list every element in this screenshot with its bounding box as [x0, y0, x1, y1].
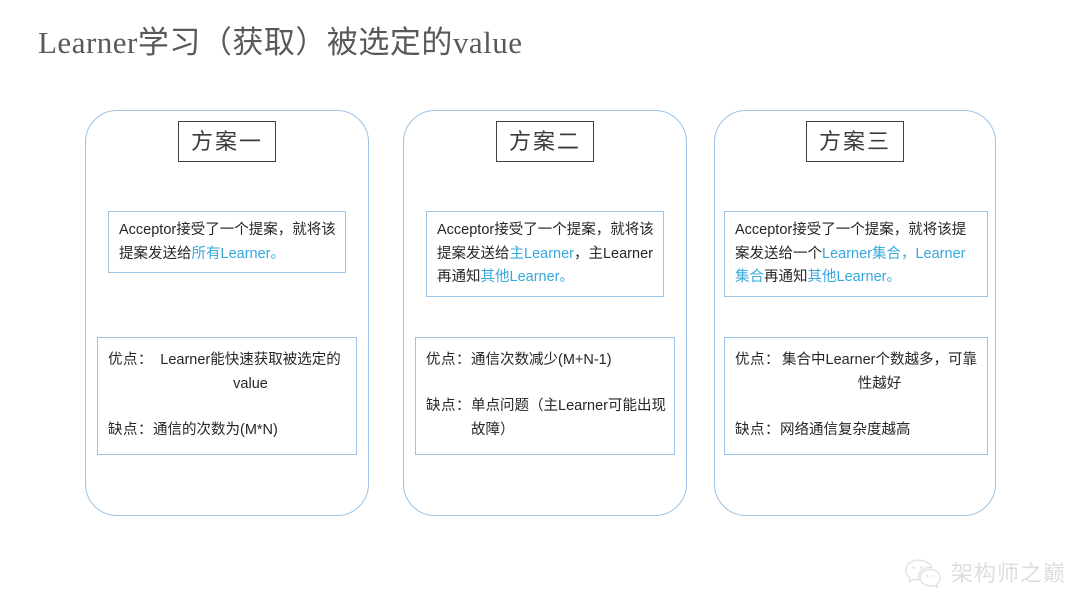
scheme-card-1-header: 方案一	[178, 121, 276, 162]
scheme-card-2-cons-row: 缺点： 单点问题（主Learner可能出现故障）	[426, 394, 666, 442]
scheme-card-2[interactable]: 方案二 Acceptor接受了一个提案，就将该提案发送给主Learner，主Le…	[403, 110, 687, 516]
scheme-card-1-cons-label: 缺点：	[108, 422, 153, 438]
text-segment-1: 主Learner	[509, 245, 574, 262]
scheme-card-3-description: Acceptor接受了一个提案，就将该提案发送给一个Learner集合，Lear…	[724, 211, 988, 297]
scheme-card-3-header-label: 方案三	[818, 128, 891, 154]
scheme-card-2-pros-label: 优点：	[426, 352, 471, 368]
text-segment-3: 其他Learner	[480, 269, 560, 285]
scheme-card-2-description: Acceptor接受了一个提案，就将该提案发送给主Learner，主Learne…	[426, 211, 664, 297]
watermark: 架构师之巅	[904, 558, 1066, 590]
text-segment-5: 其他Learner	[807, 269, 887, 285]
text-segment-2: ，	[900, 245, 916, 262]
scheme-card-2-header: 方案二	[496, 121, 594, 162]
scheme-card-2-cons-value: 单点问题（主Learner可能出现故障）	[471, 398, 666, 438]
watermark-text: 架构师之巅	[950, 561, 1066, 586]
scheme-card-1-cons-row: 缺点： 通信的次数为(M*N)	[108, 418, 348, 442]
scheme-card-1-pros-label: 优点：	[108, 352, 153, 368]
scheme-card-3-proscons: 优点： 集合中Learner个数越多，可靠性越好 缺点： 网络通信复杂度越高	[724, 337, 988, 455]
scheme-card-1-pros-value: Learner能快速获取被选定的value	[160, 352, 341, 392]
scheme-card-1-proscons: 优点： Learner能快速获取被选定的value 缺点： 通信的次数为(M*N…	[97, 337, 357, 455]
scheme-card-1-pros-row: 优点： Learner能快速获取被选定的value	[108, 348, 348, 396]
wechat-icon	[904, 558, 942, 590]
scheme-card-1-header-label: 方案一	[190, 128, 263, 154]
scheme-card-3-pros-label: 优点：	[735, 352, 780, 368]
scheme-card-1-description: Acceptor接受了一个提案，就将该提案发送给所有Learner。	[108, 211, 346, 273]
scheme-card-2-proscons: 优点： 通信次数减少(M+N-1) 缺点： 单点问题（主Learner可能出现故…	[415, 337, 675, 455]
text-segment-1: Learner集合	[822, 245, 901, 262]
scheme-card-2-cons-label: 缺点：	[426, 398, 471, 414]
text-segment-4: 。	[559, 269, 574, 285]
text-segment-6: 。	[886, 269, 901, 285]
scheme-card-2-header-label: 方案二	[508, 128, 581, 154]
scheme-card-row: 方案一 Acceptor接受了一个提案，就将该提案发送给所有Learner。 优…	[0, 110, 1080, 520]
scheme-card-3-pros-row: 优点： 集合中Learner个数越多，可靠性越好	[735, 348, 979, 396]
page-title: Learner学习（获取）被选定的value	[38, 25, 523, 60]
text-segment-4: 再通知	[764, 269, 808, 285]
scheme-card-3-pros-value: 集合中Learner个数越多，可靠性越好	[782, 352, 977, 392]
scheme-card-3-cons-label: 缺点：	[735, 422, 780, 438]
scheme-card-3-cons-row: 缺点： 网络通信复杂度越高	[735, 418, 979, 442]
text-segment-1: 所有Learner	[191, 245, 271, 262]
scheme-card-3-header: 方案三	[806, 121, 904, 162]
scheme-card-3-cons-value: 网络通信复杂度越高	[780, 422, 911, 438]
scheme-card-2-pros-row: 优点： 通信次数减少(M+N-1)	[426, 348, 666, 372]
scheme-card-1-cons-value: 通信的次数为(M*N)	[153, 422, 278, 438]
scheme-card-3[interactable]: 方案三 Acceptor接受了一个提案，就将该提案发送给一个Learner集合，…	[714, 110, 996, 516]
text-segment-2: 。	[270, 245, 285, 262]
scheme-card-1[interactable]: 方案一 Acceptor接受了一个提案，就将该提案发送给所有Learner。 优…	[85, 110, 369, 516]
scheme-card-2-pros-value: 通信次数减少(M+N-1)	[471, 352, 612, 368]
